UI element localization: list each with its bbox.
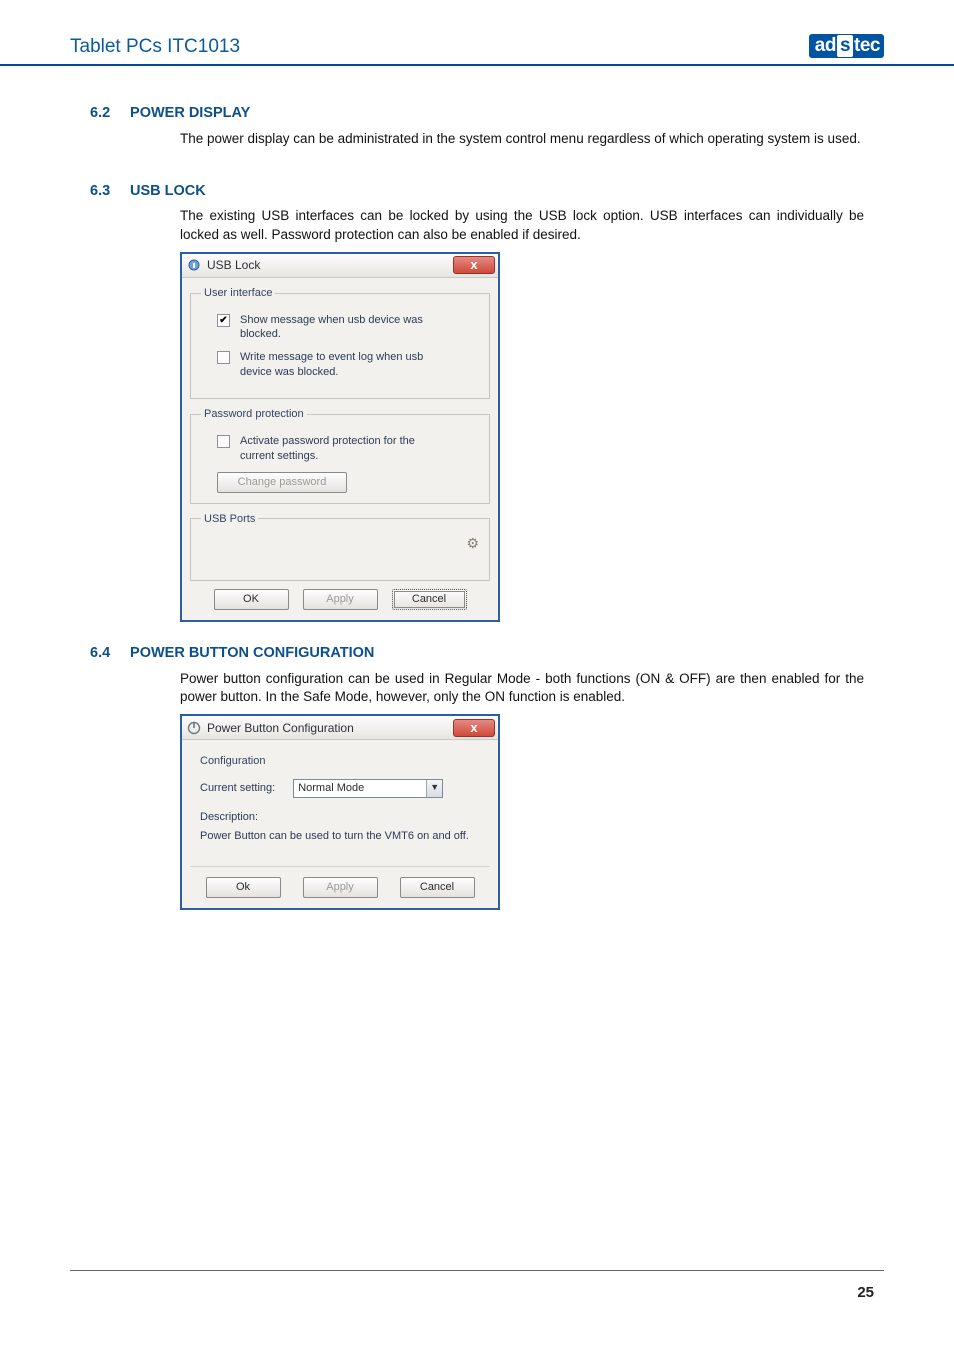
page-header: Tablet PCs ITC1013 adstec	[0, 0, 954, 66]
usb-lock-icon	[186, 257, 202, 273]
footer-rule	[70, 1270, 884, 1271]
page-content: 6.2 POWER DISPLAY The power display can …	[0, 66, 954, 910]
group-legend: Password protection	[201, 407, 307, 422]
checkbox-row-write-log: Write message to event log when usb devi…	[217, 350, 479, 380]
apply-button[interactable]: Apply	[303, 877, 378, 898]
section-body: The power display can be administrated i…	[180, 130, 864, 148]
page-number: 25	[857, 1284, 874, 1301]
logo-part-mid: s	[837, 35, 853, 57]
section-number: 6.2	[90, 104, 126, 124]
section-heading: 6.3 USB LOCK	[90, 182, 864, 202]
section-heading: 6.2 POWER DISPLAY	[90, 104, 864, 124]
current-setting-row: Current setting: Normal Mode ▼	[200, 779, 486, 798]
checkbox-label: Activate password protection for the cur…	[240, 434, 450, 464]
section-power-button-config: 6.4 POWER BUTTON CONFIGURATION Power but…	[90, 644, 864, 910]
cancel-button[interactable]: Cancel	[392, 589, 467, 610]
chevron-down-icon[interactable]: ▼	[426, 780, 442, 797]
section-power-display: 6.2 POWER DISPLAY The power display can …	[90, 104, 864, 148]
dialog-title: Power Button Configuration	[207, 720, 354, 736]
cancel-button[interactable]: Cancel	[400, 877, 475, 898]
close-icon[interactable]: x	[453, 256, 495, 274]
checkbox-row-activate-pw: Activate password protection for the cur…	[217, 434, 479, 464]
description-label: Description:	[200, 810, 486, 825]
section-body: Power button configuration can be used i…	[180, 670, 864, 706]
group-user-interface: User interface ✔ Show message when usb d…	[190, 286, 490, 399]
doc-title: Tablet PCs ITC1013	[70, 36, 240, 58]
titlebar: USB Lock x	[182, 254, 498, 278]
section-body: The existing USB interfaces can be locke…	[180, 207, 864, 243]
checkbox-label: Write message to event log when usb devi…	[240, 350, 450, 380]
section-number: 6.3	[90, 182, 126, 202]
section-number: 6.4	[90, 644, 126, 664]
dialog-body: User interface ✔ Show message when usb d…	[182, 278, 498, 621]
section-usb-lock: 6.3 USB LOCK The existing USB interfaces…	[90, 182, 864, 623]
section-title: POWER BUTTON CONFIGURATION	[130, 645, 374, 661]
dialog-title: USB Lock	[207, 257, 260, 273]
titlebar: Power Button Configuration x	[182, 716, 498, 740]
power-icon	[186, 720, 202, 736]
current-setting-label: Current setting:	[200, 781, 275, 796]
usb-lock-dialog: USB Lock x User interface ✔ Show message…	[180, 252, 500, 623]
section-title: USB LOCK	[130, 183, 206, 199]
brand-logo: adstec	[809, 34, 884, 58]
checkbox-write-log[interactable]	[217, 351, 230, 364]
group-legend: Configuration	[200, 754, 486, 769]
apply-button[interactable]: Apply	[303, 589, 378, 610]
checkbox-activate-pw[interactable]	[217, 435, 230, 448]
description-text: Power Button can be used to turn the VMT…	[200, 829, 480, 844]
group-legend: USB Ports	[201, 512, 258, 527]
checkbox-row-show-message: ✔ Show message when usb device was block…	[217, 313, 479, 343]
section-heading: 6.4 POWER BUTTON CONFIGURATION	[90, 644, 864, 664]
usb-ports-area: ⚙	[201, 534, 479, 570]
dialog-body: Configuration Current setting: Normal Mo…	[182, 740, 498, 908]
logo-part-right: tec	[854, 35, 880, 57]
ok-button[interactable]: Ok	[206, 877, 281, 898]
power-button-config-dialog: Power Button Configuration x Configurati…	[180, 714, 500, 910]
group-configuration: Configuration Current setting: Normal Mo…	[190, 748, 490, 860]
dialog-button-row: Ok Apply Cancel	[190, 866, 490, 898]
close-icon[interactable]: x	[453, 719, 495, 737]
mode-select-value: Normal Mode	[294, 781, 426, 796]
group-legend: User interface	[201, 286, 275, 301]
group-password-protection: Password protection Activate password pr…	[190, 407, 490, 504]
logo-part-left: ad	[815, 35, 836, 57]
group-usb-ports: USB Ports ⚙	[190, 512, 490, 582]
checkbox-label: Show message when usb device was blocked…	[240, 313, 450, 343]
gear-icon[interactable]: ⚙	[466, 534, 479, 553]
change-password-button[interactable]: Change password	[217, 472, 347, 493]
section-title: POWER DISPLAY	[130, 105, 250, 121]
dialog-button-row: OK Apply Cancel	[190, 589, 490, 610]
ok-button[interactable]: OK	[214, 589, 289, 610]
checkbox-show-message[interactable]: ✔	[217, 314, 230, 327]
mode-select[interactable]: Normal Mode ▼	[293, 779, 443, 798]
